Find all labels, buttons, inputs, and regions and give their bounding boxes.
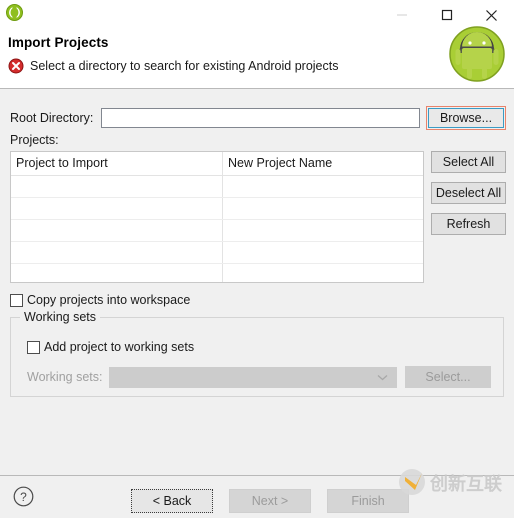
eclipse-icon — [6, 4, 23, 21]
working-sets-row: Working sets: Select... — [27, 366, 491, 388]
dialog-header: Import Projects Select a directory to se… — [0, 26, 514, 89]
back-button[interactable]: < Back — [131, 489, 213, 513]
column-header-project-to-import[interactable]: Project to Import — [11, 152, 223, 175]
projects-table[interactable]: Project to Import New Project Name — [10, 151, 424, 283]
chevron-down-icon — [377, 370, 388, 384]
finish-button: Finish — [327, 489, 409, 513]
table-row[interactable] — [11, 198, 423, 220]
next-button: Next > — [229, 489, 311, 513]
title-bar — [0, 0, 514, 30]
copy-projects-label: Copy projects into workspace — [27, 293, 191, 307]
dialog-footer: ? < Back Next > Finish 创新互联 — [0, 469, 514, 518]
table-row[interactable] — [11, 176, 423, 198]
column-header-new-project-name[interactable]: New Project Name — [223, 152, 423, 175]
copy-projects-checkbox-row[interactable]: Copy projects into workspace — [10, 293, 190, 307]
table-row[interactable] — [11, 264, 423, 282]
table-row[interactable] — [11, 220, 423, 242]
working-sets-group-title: Working sets — [20, 310, 101, 324]
working-sets-group: Working sets Add project to working sets… — [10, 310, 504, 397]
import-projects-dialog: Import Projects Select a directory to se… — [0, 0, 514, 518]
error-icon — [8, 58, 24, 74]
status-message: Select a directory to search for existin… — [30, 59, 339, 73]
browse-button[interactable]: Browse... — [428, 108, 504, 128]
page-title: Import Projects — [8, 35, 109, 50]
table-row[interactable] — [11, 242, 423, 264]
working-sets-select-button[interactable]: Select... — [405, 366, 491, 388]
working-sets-combo[interactable] — [108, 366, 397, 388]
svg-text:?: ? — [20, 490, 27, 504]
table-header-row: Project to Import New Project Name — [11, 152, 423, 176]
add-project-label: Add project to working sets — [44, 340, 195, 354]
select-all-button[interactable]: Select All — [431, 151, 506, 173]
root-directory-input[interactable] — [101, 108, 420, 128]
add-project-checkbox[interactable] — [27, 340, 40, 354]
svg-text:创新互联: 创新互联 — [429, 473, 502, 495]
projects-label: Projects: — [10, 133, 59, 147]
minimize-button[interactable] — [379, 0, 424, 30]
refresh-button[interactable]: Refresh — [431, 213, 506, 235]
wizard-navigation: < Back Next > Finish — [131, 489, 425, 513]
copy-projects-checkbox[interactable] — [10, 293, 23, 307]
root-directory-label: Root Directory: — [10, 111, 94, 125]
status-message-row: Select a directory to search for existin… — [8, 58, 338, 74]
android-logo — [448, 25, 506, 83]
table-action-buttons: Select All Deselect All Refresh — [431, 151, 506, 235]
deselect-all-button[interactable]: Deselect All — [431, 182, 506, 204]
working-sets-label: Working sets: — [27, 370, 103, 384]
add-project-checkbox-row[interactable]: Add project to working sets — [27, 340, 194, 354]
root-directory-row: Root Directory: Browse... — [10, 106, 506, 130]
dialog-body: Root Directory: Browse... Projects: Proj… — [0, 89, 514, 475]
browse-button-focus-ring: Browse... — [426, 106, 506, 130]
help-icon[interactable]: ? — [13, 486, 34, 507]
